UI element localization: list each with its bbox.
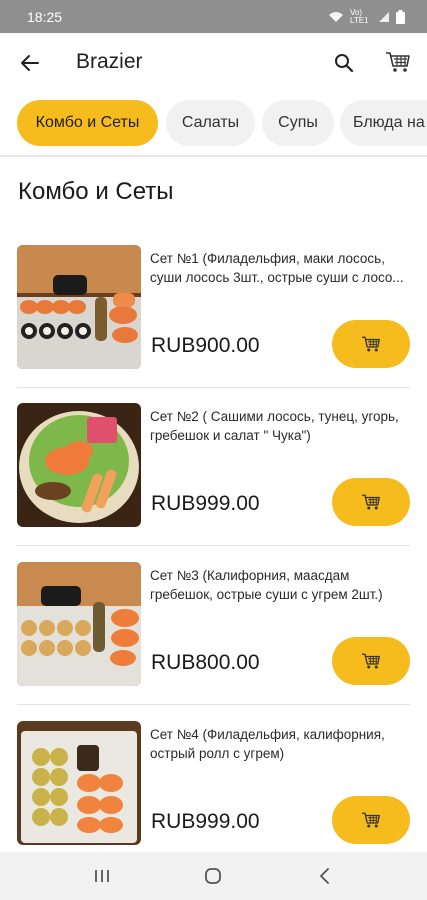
add-to-cart-button[interactable] — [332, 320, 410, 368]
divider — [17, 387, 410, 388]
product-image — [17, 245, 141, 369]
status-icons: Vo) LTE1 — [328, 7, 405, 25]
cart-icon — [362, 653, 380, 669]
add-to-cart-button[interactable] — [332, 637, 410, 685]
product-card[interactable]: Сет №3 (Калифорния, маасдам гребешок, ос… — [0, 562, 427, 720]
product-name: Сет №2 ( Сашими лосось, тунец, угорь, гр… — [150, 409, 399, 443]
status-time: 18:25 — [27, 8, 63, 25]
cart-icon — [362, 812, 380, 828]
product-image — [17, 721, 141, 845]
product-name: Сет №3 (Калифорния, маасдам гребешок, ос… — [150, 568, 383, 602]
home-icon — [205, 868, 221, 884]
battery-icon — [396, 9, 405, 24]
category-tabs: Комбо и Сеты Салаты Супы Блюда на — [0, 91, 427, 155]
recent-apps-button[interactable] — [89, 864, 115, 888]
cart-icon — [362, 336, 380, 352]
search-button[interactable] — [330, 49, 358, 77]
product-price: RUB900.00 — [151, 334, 260, 357]
tab-soups[interactable]: Супы — [262, 100, 334, 146]
cart-button[interactable] — [383, 47, 413, 77]
product-price: RUB800.00 — [151, 651, 260, 674]
tab-dishes[interactable]: Блюда на — [340, 100, 427, 146]
wifi-icon — [329, 11, 343, 22]
product-price: RUB999.00 — [151, 810, 260, 833]
tab-combo-sets[interactable]: Комбо и Сеты — [17, 100, 158, 146]
network-label: Vo) LTE1 — [350, 7, 369, 25]
divider — [0, 155, 427, 157]
product-card[interactable]: Сет №2 ( Сашими лосось, тунец, угорь, гр… — [0, 403, 427, 561]
divider — [17, 545, 410, 546]
signal-icon — [379, 11, 389, 22]
product-image — [17, 403, 141, 527]
app-bar: Brazier — [0, 33, 427, 91]
tab-salads[interactable]: Салаты — [166, 100, 255, 146]
page-title: Brazier — [76, 50, 143, 73]
section-title: Комбо и Сеты — [18, 178, 174, 205]
cart-icon — [386, 52, 410, 72]
arrow-left-icon — [21, 55, 39, 71]
recent-apps-icon — [95, 870, 109, 882]
add-to-cart-button[interactable] — [332, 478, 410, 526]
system-nav-bar — [0, 852, 427, 900]
add-to-cart-button[interactable] — [332, 796, 410, 844]
back-nav-button[interactable] — [312, 864, 338, 888]
product-name: Сет №4 (Филадельфия, калифорния, острый … — [150, 727, 385, 761]
cart-icon — [362, 494, 380, 510]
status-bar: 18:25 Vo) LTE1 — [0, 0, 427, 33]
home-button[interactable] — [200, 864, 226, 888]
product-name: Сет №1 (Филадельфия, маки лосось, суши л… — [150, 251, 404, 285]
product-price: RUB999.00 — [151, 492, 260, 515]
back-button[interactable] — [16, 49, 44, 77]
product-image — [17, 562, 141, 686]
divider — [17, 704, 410, 705]
product-card[interactable]: Сет №1 (Филадельфия, маки лосось, суши л… — [0, 245, 427, 403]
chevron-left-icon — [320, 868, 329, 884]
search-icon — [335, 54, 354, 73]
